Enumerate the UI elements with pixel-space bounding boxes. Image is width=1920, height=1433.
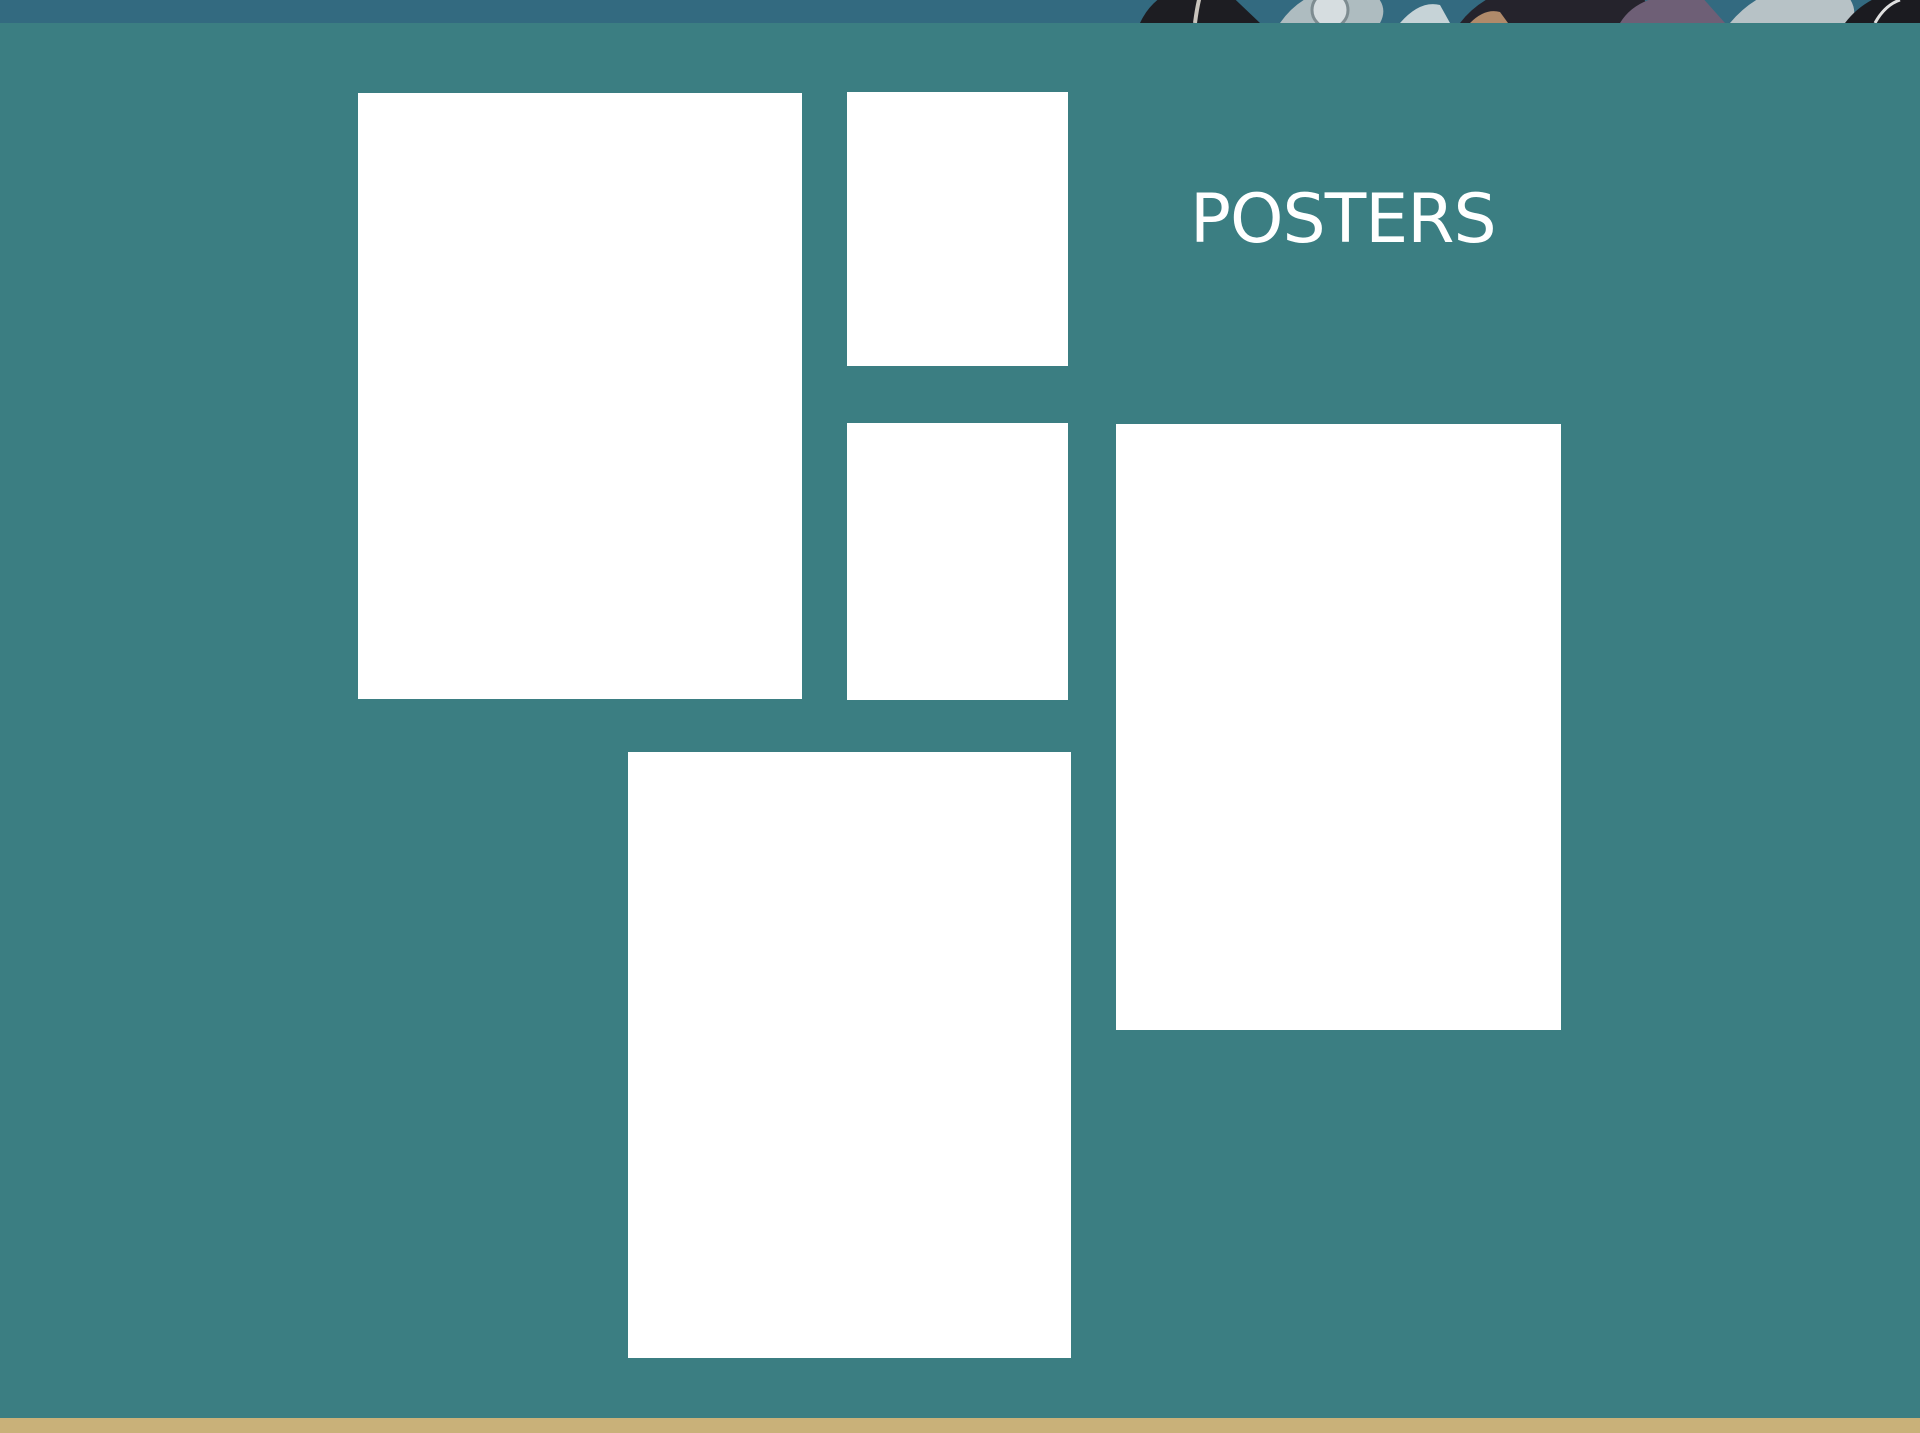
poster-2[interactable] <box>847 92 1068 366</box>
posters-page: POSTERS <box>0 0 1920 1433</box>
header-banner-strip <box>0 0 1920 23</box>
poster-1[interactable] <box>358 93 802 699</box>
banner-artwork-icon <box>1140 0 1920 23</box>
poster-4[interactable] <box>1116 424 1561 1030</box>
section-title: POSTERS <box>1190 180 1497 259</box>
footer-strip <box>0 1418 1920 1433</box>
poster-3[interactable] <box>847 423 1068 700</box>
poster-5[interactable] <box>628 752 1071 1358</box>
